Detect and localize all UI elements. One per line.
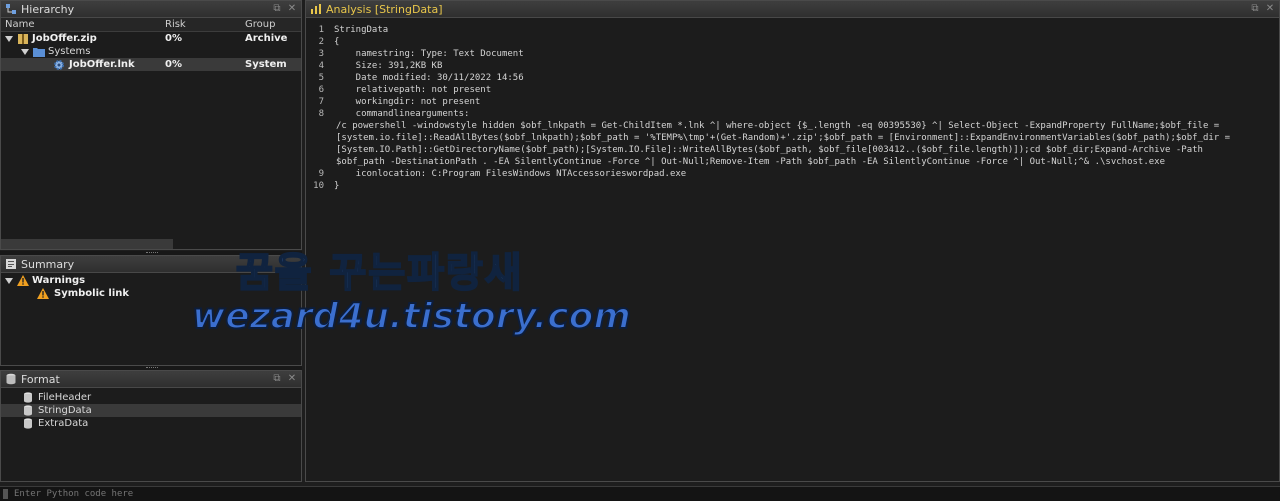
hierarchy-icon bbox=[6, 4, 16, 14]
database-icon bbox=[24, 418, 32, 429]
analysis-title: Analysis [StringData] bbox=[326, 2, 443, 16]
warning-icon bbox=[17, 275, 29, 286]
tree-row-joboffer-lnk[interactable]: JobOffer.lnk 0% System bbox=[1, 58, 301, 71]
hierarchy-titlebar: Hierarchy ⧉ ✕ bbox=[1, 1, 301, 18]
line-text: } bbox=[334, 181, 340, 191]
column-name[interactable]: Name bbox=[1, 19, 161, 30]
line-text: Date modified: 30/11/2022 14:56 bbox=[334, 73, 524, 83]
watermark-korean: 꿈을 꾸는파랑새 bbox=[235, 249, 524, 297]
format-item-label: ExtraData bbox=[38, 418, 89, 429]
line-text: namestring: Type: Text Document bbox=[334, 49, 524, 59]
risk-value: 0% bbox=[165, 33, 182, 44]
code-line-wrapped: $obf_path -DestinationPath . -EA Silentl… bbox=[336, 157, 1166, 167]
float-icon[interactable]: ⧉ bbox=[1250, 4, 1260, 14]
format-title: Format bbox=[21, 372, 60, 386]
code-line: 2{ bbox=[312, 36, 1279, 48]
code-line: 8 commandlinearguments: bbox=[312, 108, 1279, 120]
line-number: 7 bbox=[318, 97, 324, 107]
column-risk[interactable]: Risk bbox=[161, 19, 241, 30]
gear-icon bbox=[54, 59, 64, 70]
code-line-wrapped: [System.IO.Path]::GetDirectoryName($obf_… bbox=[336, 145, 1203, 155]
zip-file-icon bbox=[18, 33, 28, 44]
line-number: 10 bbox=[313, 181, 324, 191]
group-value: Archive bbox=[245, 33, 288, 44]
folder-icon bbox=[33, 47, 45, 57]
format-item-label: StringData bbox=[38, 405, 92, 416]
column-group[interactable]: Group bbox=[241, 19, 301, 30]
hierarchy-column-header: Name Risk Group bbox=[1, 18, 301, 32]
analysis-titlebar: Analysis [StringData] ⧉ ✕ bbox=[306, 1, 1279, 18]
float-icon[interactable]: ⧉ bbox=[272, 374, 282, 384]
risk-value: 0% bbox=[165, 59, 182, 70]
code-line-wrapped: /c powershell -windowstyle hidden $obf_l… bbox=[336, 121, 1220, 131]
format-panel: Format ⧉ ✕ FileHeader StringData ExtraDa… bbox=[0, 370, 302, 482]
console-marker-icon bbox=[3, 489, 8, 499]
line-text: workingdir: not present bbox=[334, 97, 481, 107]
format-item-stringdata[interactable]: StringData bbox=[1, 404, 301, 417]
line-number: 9 bbox=[318, 169, 324, 179]
format-item-fileheader[interactable]: FileHeader bbox=[1, 391, 301, 404]
python-input[interactable] bbox=[0, 487, 1280, 501]
python-console bbox=[0, 486, 1280, 501]
close-icon[interactable]: ✕ bbox=[287, 4, 297, 14]
line-number: 6 bbox=[318, 85, 324, 95]
code-line: 9 iconlocation: C:Program FilesWindows N… bbox=[312, 168, 1279, 180]
expand-arrow-icon[interactable] bbox=[21, 48, 29, 55]
expand-arrow-icon[interactable] bbox=[5, 35, 13, 42]
code-line-wrapped: [system.io.file]::ReadAllBytes($obf_lnkp… bbox=[336, 133, 1231, 143]
format-item-label: FileHeader bbox=[38, 392, 92, 403]
line-number: 2 bbox=[318, 37, 324, 47]
analysis-icon bbox=[311, 4, 321, 14]
line-number: 5 bbox=[318, 73, 324, 83]
close-icon[interactable]: ✕ bbox=[1265, 4, 1275, 14]
line-number: 4 bbox=[318, 61, 324, 71]
code-line: 3 namestring: Type: Text Document bbox=[312, 48, 1279, 60]
tree-label: JobOffer.lnk bbox=[69, 59, 135, 70]
format-item-extradata[interactable]: ExtraData bbox=[1, 417, 301, 430]
tree-label: JobOffer.zip bbox=[32, 33, 97, 44]
expand-arrow-icon[interactable] bbox=[5, 277, 13, 284]
database-icon bbox=[24, 405, 32, 416]
line-text: StringData bbox=[334, 25, 389, 35]
summary-icon bbox=[6, 259, 16, 269]
code-line: 4 Size: 391,2KB KB bbox=[312, 60, 1279, 72]
database-icon bbox=[6, 373, 16, 385]
line-number: 8 bbox=[318, 109, 324, 119]
code-line: 1 StringData bbox=[312, 24, 1279, 36]
hierarchy-title: Hierarchy bbox=[21, 2, 75, 16]
code-line: 10} bbox=[312, 180, 1279, 192]
line-text: { bbox=[334, 37, 340, 47]
code-line: 7 workingdir: not present bbox=[312, 96, 1279, 108]
line-text: Size: 391,2KB KB bbox=[334, 61, 443, 71]
database-icon bbox=[24, 392, 32, 403]
float-icon[interactable]: ⧉ bbox=[272, 4, 282, 14]
hierarchy-tree: JobOffer.zip 0% Archive Systems JobOffer… bbox=[1, 32, 301, 71]
summary-title: Summary bbox=[21, 257, 75, 271]
hierarchy-panel: Hierarchy ⧉ ✕ Name Risk Group JobOffer.z… bbox=[0, 0, 302, 250]
line-number: 3 bbox=[318, 49, 324, 59]
tree-label: Systems bbox=[48, 46, 91, 57]
watermark-url: wezard4u.tistory.com bbox=[191, 295, 632, 338]
horizontal-scrollbar[interactable] bbox=[1, 239, 173, 249]
group-value: System bbox=[245, 59, 287, 70]
warning-icon bbox=[37, 288, 49, 299]
close-icon[interactable]: ✕ bbox=[287, 374, 297, 384]
line-text: commandlinearguments: bbox=[334, 109, 470, 119]
line-number: 1 bbox=[318, 25, 324, 35]
code-line: 5 Date modified: 30/11/2022 14:56 bbox=[312, 72, 1279, 84]
line-text: relativepath: not present bbox=[334, 85, 492, 95]
summary-item-label: Warnings bbox=[32, 275, 86, 286]
tree-row-joboffer-zip[interactable]: JobOffer.zip 0% Archive bbox=[1, 32, 301, 45]
tree-row-systems[interactable]: Systems bbox=[1, 45, 301, 58]
code-line: 6 relativepath: not present bbox=[312, 84, 1279, 96]
line-text: iconlocation: C:Program FilesWindows NTA… bbox=[334, 169, 687, 179]
summary-item-label: Symbolic link bbox=[54, 288, 130, 299]
format-titlebar: Format ⧉ ✕ bbox=[1, 371, 301, 388]
